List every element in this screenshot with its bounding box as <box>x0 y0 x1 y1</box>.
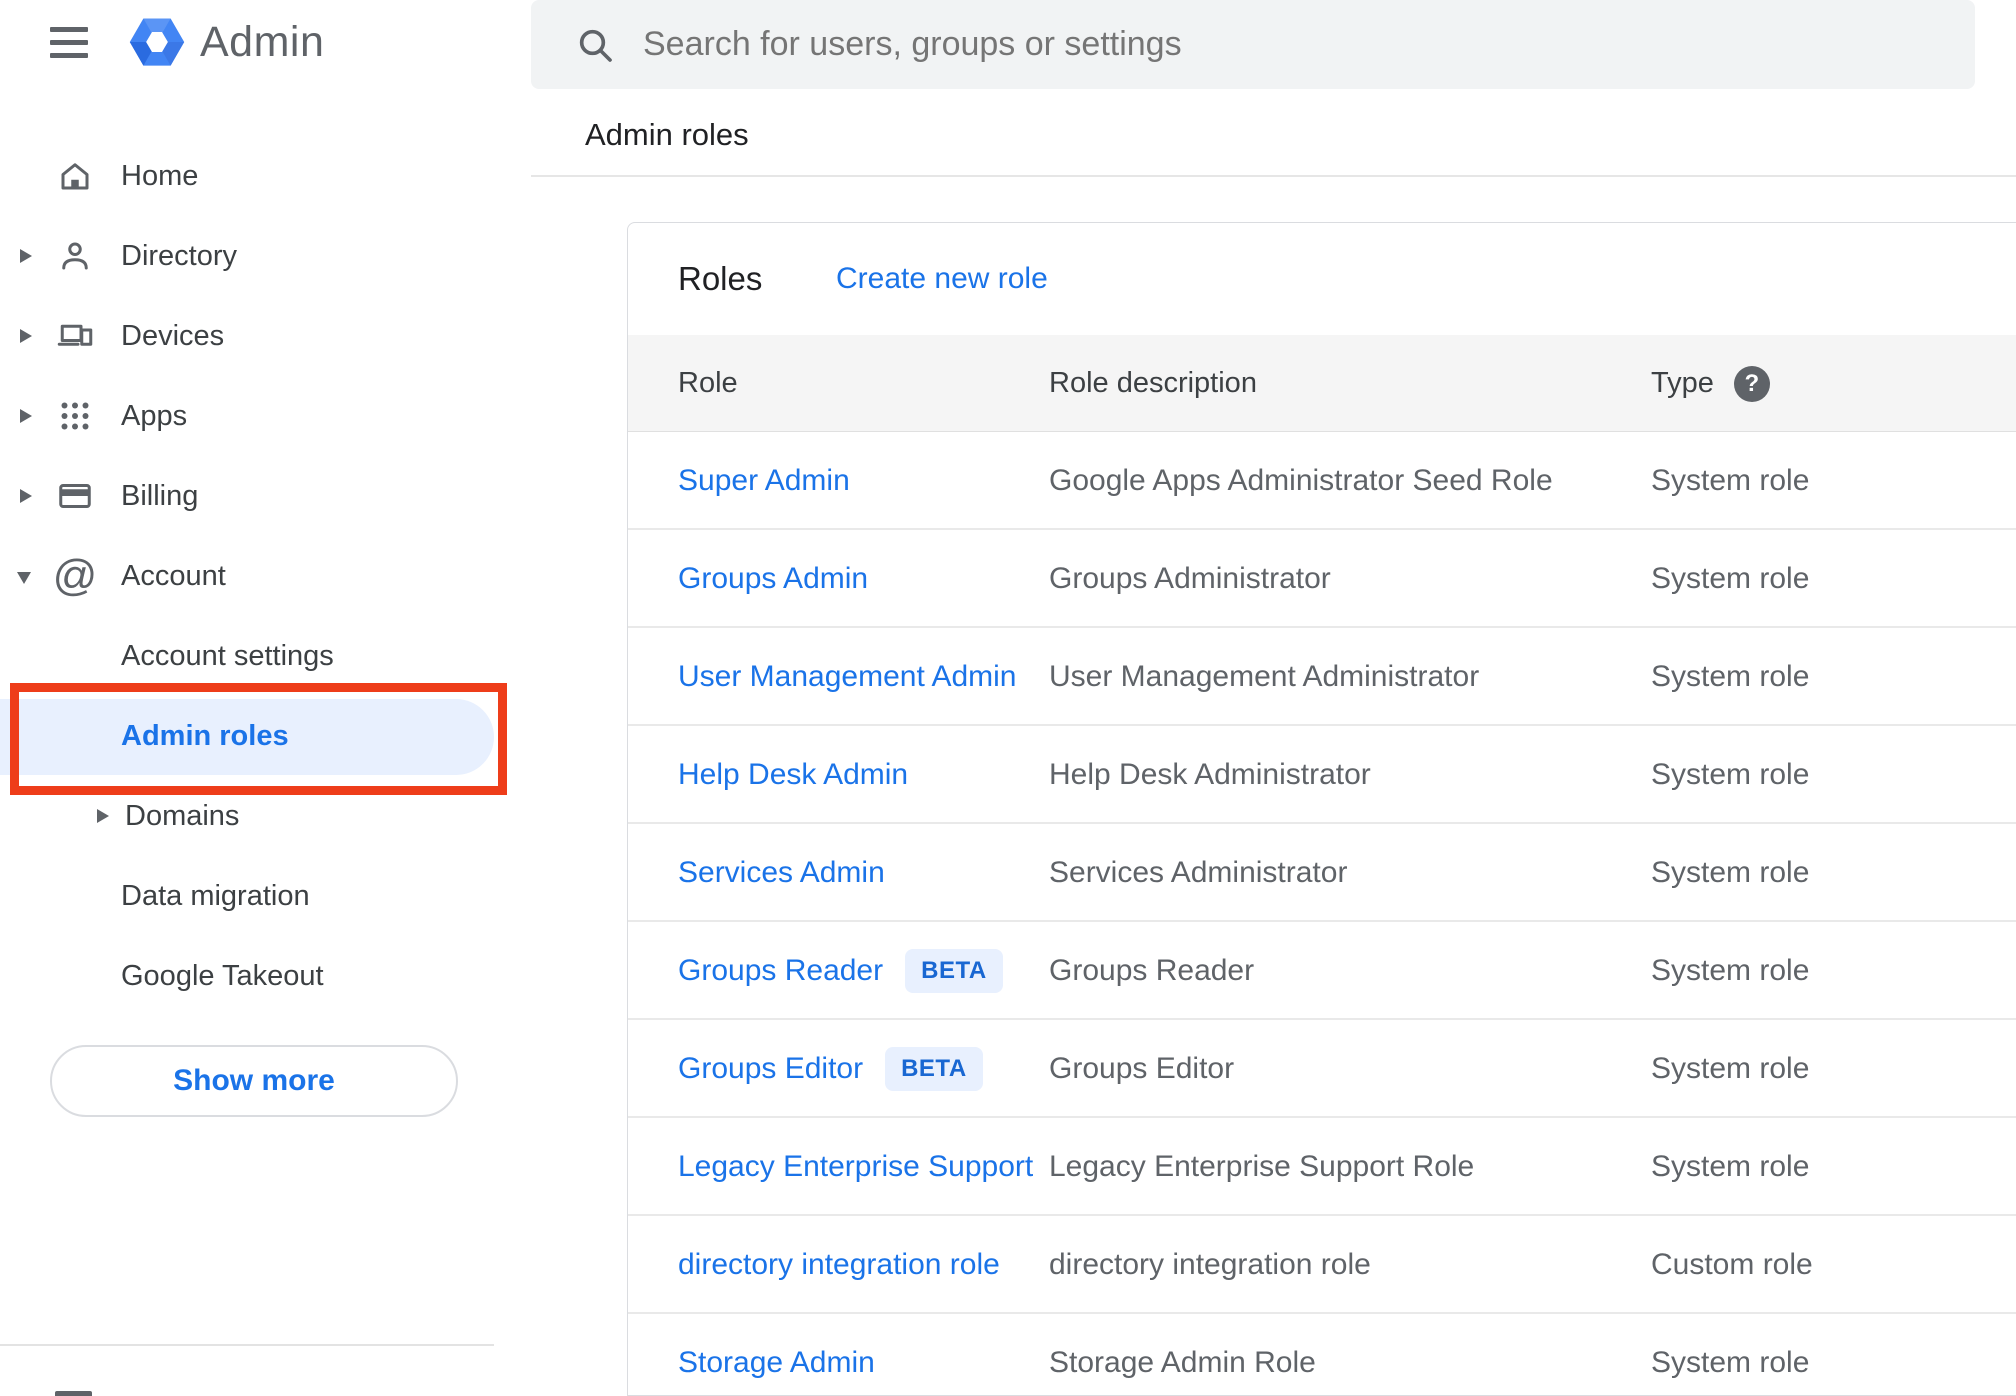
beta-badge: BETA <box>885 1047 983 1091</box>
sidebar-item-directory[interactable]: Directory <box>0 216 531 296</box>
role-link[interactable]: Groups Editor <box>678 1052 863 1086</box>
sidebar-item-admin-roles[interactable]: Admin roles <box>121 696 289 776</box>
role-description: Services Administrator <box>1049 856 1348 889</box>
sidebar-item-label: Home <box>121 159 199 192</box>
role-description: directory integration role <box>1049 1248 1371 1281</box>
app-title: Admin <box>200 17 325 66</box>
sidebar-item-home[interactable]: Home <box>0 136 531 216</box>
role-link[interactable]: Help Desk Admin <box>678 758 908 792</box>
role-link[interactable]: Groups Reader <box>678 954 883 988</box>
role-link[interactable]: Legacy Enterprise Support <box>678 1150 1033 1184</box>
table-row: Groups Admin Groups Administrator System… <box>628 530 2016 628</box>
collapse-arrow-icon[interactable] <box>17 572 31 584</box>
role-link[interactable]: Groups Admin <box>678 562 868 596</box>
content-divider <box>531 175 2016 177</box>
help-icon[interactable]: ? <box>1733 365 1770 402</box>
role-description: Google Apps Administrator Seed Role <box>1049 464 1553 497</box>
role-link[interactable]: Super Admin <box>678 464 850 498</box>
sidebar-item-label: Data migration <box>121 879 310 912</box>
role-link[interactable]: Services Admin <box>678 856 885 890</box>
role-link[interactable]: User Management Admin <box>678 660 1017 694</box>
role-type: Custom role <box>1651 1248 1813 1281</box>
role-link[interactable]: Storage Admin <box>678 1346 875 1380</box>
sidebar-item-label: Domains <box>125 799 240 832</box>
sidebar-item-google-takeout[interactable]: Google Takeout <box>0 936 531 1016</box>
sidebar-item-label: Google Takeout <box>121 959 324 992</box>
roles-title: Roles <box>678 260 763 297</box>
menu-icon[interactable] <box>50 27 88 58</box>
table-row: Storage Admin Storage Admin Role System … <box>628 1314 2016 1395</box>
table-row: Groups Editor BETA Groups Editor System r… <box>628 1020 2016 1118</box>
sidebar-item-label: Account settings <box>121 639 334 672</box>
role-description: Groups Reader <box>1049 954 1255 987</box>
sidebar-item-account-settings[interactable]: Account settings <box>0 616 531 696</box>
table-row: Groups Reader BETA Groups Reader System r… <box>628 922 2016 1020</box>
table-body: Super Admin Google Apps Administrator Se… <box>628 432 2016 1395</box>
table-row: User Management Admin User Management Ad… <box>628 628 2016 726</box>
show-more-button[interactable]: Show more <box>50 1045 458 1117</box>
admin-logo: Admin <box>128 13 324 71</box>
sidebar-item-label: Apps <box>121 399 188 432</box>
role-description: Groups Administrator <box>1049 562 1331 595</box>
sidebar-item-data-migration[interactable]: Data migration <box>0 856 531 936</box>
role-type: System role <box>1651 856 1810 889</box>
sidebar-item-label: Billing <box>121 479 199 512</box>
table-row: directory integration role directory int… <box>628 1216 2016 1314</box>
devices-icon <box>56 317 94 355</box>
role-description: Storage Admin Role <box>1049 1346 1316 1379</box>
sidebar-header: Admin <box>0 0 531 92</box>
role-type: System role <box>1651 562 1810 595</box>
breadcrumb: Admin roles <box>585 117 749 152</box>
sidebar-item-account[interactable]: @ Account <box>0 536 531 616</box>
expand-arrow-icon[interactable] <box>20 249 32 263</box>
expand-arrow-icon[interactable] <box>20 489 32 503</box>
sidebar-item-label: Account <box>121 559 226 592</box>
create-new-role-link[interactable]: Create new role <box>836 223 1048 335</box>
sidebar-item-label: Directory <box>121 239 238 272</box>
role-type: System role <box>1651 1150 1810 1183</box>
role-type: System role <box>1651 758 1810 791</box>
column-header-role: Role <box>678 367 738 399</box>
roles-card: Roles Create new role Role Role descript… <box>627 222 2016 1396</box>
role-description: Legacy Enterprise Support Role <box>1049 1150 1475 1183</box>
role-description: Help Desk Administrator <box>1049 758 1371 791</box>
table-row: Help Desk Admin Help Desk Administrator … <box>628 726 2016 824</box>
beta-badge: BETA <box>905 949 1003 993</box>
sidebar-item-apps[interactable]: Apps <box>0 376 531 456</box>
role-type: System role <box>1651 954 1810 987</box>
apps-grid-icon <box>56 397 94 435</box>
expand-arrow-icon[interactable] <box>20 329 32 343</box>
admin-logo-icon <box>129 18 185 66</box>
search-input[interactable] <box>643 25 1975 64</box>
directory-person-icon <box>56 237 94 275</box>
sidebar-item-devices[interactable]: Devices <box>0 296 531 376</box>
account-at-icon: @ <box>52 551 98 600</box>
sidebar-divider <box>0 1344 494 1346</box>
sidebar-item-billing[interactable]: Billing <box>0 456 531 536</box>
role-type: System role <box>1651 1346 1810 1379</box>
sidebar-item-domains[interactable]: Domains <box>0 776 531 856</box>
home-icon <box>56 157 94 195</box>
expand-arrow-icon[interactable] <box>20 409 32 423</box>
column-header-type: Type ? <box>1651 335 1770 432</box>
role-type: System role <box>1651 464 1810 497</box>
column-header-description: Role description <box>1049 367 1257 399</box>
table-row: Super Admin Google Apps Administrator Se… <box>628 432 2016 530</box>
billing-card-icon <box>56 477 94 515</box>
sidebar: Admin Home Directory Devices Apps Billin… <box>0 0 531 1396</box>
expand-arrow-icon[interactable] <box>97 809 109 823</box>
role-description: Groups Editor <box>1049 1052 1235 1085</box>
roles-card-header: Roles Create new role <box>628 223 2016 335</box>
role-link[interactable]: directory integration role <box>678 1248 1000 1282</box>
clipped-bottom-icon <box>55 1391 92 1396</box>
role-description: User Management Administrator <box>1049 660 1480 693</box>
search-bar[interactable] <box>531 0 1975 89</box>
role-type: System role <box>1651 1052 1810 1085</box>
sidebar-item-label: Devices <box>121 319 225 352</box>
role-type: System role <box>1651 660 1810 693</box>
table-row: Legacy Enterprise Support Legacy Enterpr… <box>628 1118 2016 1216</box>
table-header-row: Role Role description Type ? <box>628 335 2016 432</box>
table-row: Services Admin Services Administrator Sy… <box>628 824 2016 922</box>
search-icon <box>579 29 612 62</box>
